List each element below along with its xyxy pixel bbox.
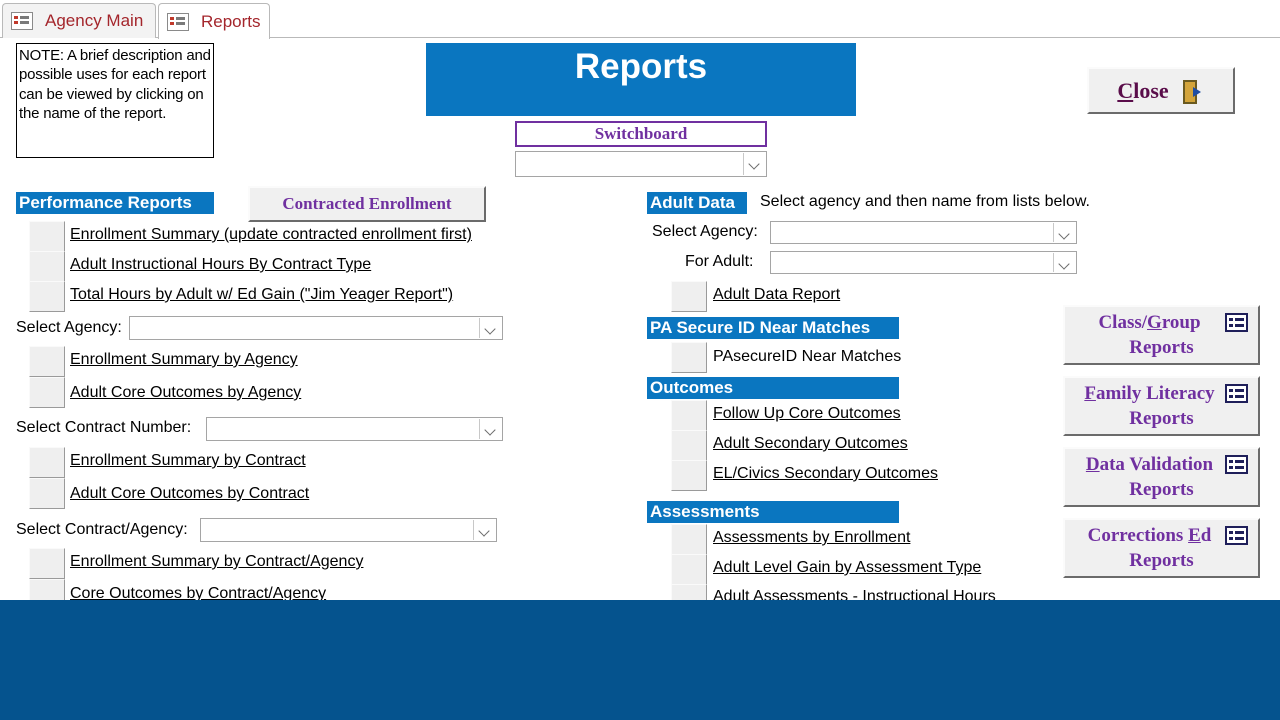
exit-door-icon <box>1181 79 1205 104</box>
chevron-down-icon[interactable] <box>479 318 501 338</box>
form-icon <box>1225 455 1248 474</box>
report-run-button[interactable] <box>671 460 707 491</box>
report-run-button[interactable] <box>671 524 707 555</box>
for-adult-combo[interactable] <box>770 251 1077 274</box>
class-group-reports-button[interactable]: Class/Group Reports <box>1063 305 1260 365</box>
family-literacy-reports-button[interactable]: Family Literacy Reports <box>1063 376 1260 436</box>
tab-label: Agency Main <box>45 11 144 30</box>
button-line-2: Reports <box>1129 550 1194 571</box>
report-run-button[interactable] <box>29 447 65 478</box>
report-run-button[interactable] <box>671 430 707 461</box>
report-link-adult-data[interactable]: Adult Data Report <box>713 285 840 305</box>
adult-data-label: Adult Data <box>647 192 747 214</box>
report-run-button[interactable] <box>671 281 707 312</box>
report-run-button[interactable] <box>29 346 65 377</box>
chevron-down-icon[interactable] <box>479 419 501 439</box>
report-link-enrollment-by-agency[interactable]: Enrollment Summary by Agency <box>70 350 298 370</box>
document-tab-bar: Agency Main Reports <box>0 0 1280 39</box>
report-link-enrollment-summary[interactable]: Enrollment Summary (update contracted en… <box>70 225 472 245</box>
report-link-follow-up[interactable]: Follow Up Core Outcomes <box>713 404 901 424</box>
outcomes-label: Outcomes <box>647 377 899 399</box>
report-run-button[interactable] <box>29 377 65 408</box>
report-link-el-civics[interactable]: EL/Civics Secondary Outcomes <box>713 464 938 484</box>
form-icon <box>167 12 189 31</box>
tab-agency-main[interactable]: Agency Main <box>2 3 156 38</box>
select-agency-label: Select Agency: <box>16 319 122 336</box>
form-icon <box>1225 384 1248 403</box>
report-link-enrollment-by-contract-agency[interactable]: Enrollment Summary by Contract/Agency <box>70 552 363 572</box>
report-run-button[interactable] <box>671 342 707 373</box>
page-title: Reports <box>426 43 856 116</box>
chevron-down-icon[interactable] <box>1053 253 1075 272</box>
chevron-down-icon[interactable] <box>1053 223 1075 242</box>
performance-reports-label: Performance Reports <box>16 192 214 214</box>
chevron-down-icon[interactable] <box>743 153 765 175</box>
corrections-ed-reports-button[interactable]: Corrections Ed Reports <box>1063 518 1260 578</box>
assessments-label: Assessments <box>647 501 899 523</box>
chevron-down-icon[interactable] <box>473 520 495 540</box>
form-icon <box>11 12 33 30</box>
select-contract-agency-combo[interactable] <box>200 518 497 542</box>
adult-select-agency-label: Select Agency: <box>652 223 758 240</box>
report-link-assessments-by-enrollment[interactable]: Assessments by Enrollment <box>713 528 910 548</box>
form-icon <box>1225 313 1248 332</box>
report-link-level-gain[interactable]: Adult Level Gain by Assessment Type <box>713 558 981 578</box>
report-link-secondary-outcomes[interactable]: Adult Secondary Outcomes <box>713 434 908 454</box>
data-validation-reports-button[interactable]: Data Validation Reports <box>1063 447 1260 507</box>
button-line-2: Reports <box>1129 337 1194 358</box>
button-line-2: Reports <box>1129 408 1194 429</box>
footer-band <box>0 600 1280 720</box>
report-run-button[interactable] <box>29 478 65 509</box>
report-run-button[interactable] <box>671 400 707 431</box>
report-run-button[interactable] <box>29 251 65 282</box>
report-run-button[interactable] <box>29 221 65 252</box>
contracted-enrollment-button[interactable]: Contracted Enrollment <box>248 186 486 222</box>
report-run-button[interactable] <box>671 554 707 585</box>
report-run-button[interactable] <box>29 548 65 579</box>
note-box: NOTE: A brief description and possible u… <box>16 43 214 158</box>
for-adult-label: For Adult: <box>685 253 754 270</box>
close-label: Close <box>1117 77 1169 103</box>
select-contract-label: Select Contract Number: <box>16 419 192 436</box>
switchboard-label: Switchboard <box>515 121 767 147</box>
select-contract-combo[interactable] <box>206 417 503 441</box>
switchboard-combo[interactable] <box>515 151 767 177</box>
report-run-button[interactable] <box>29 281 65 312</box>
select-contract-agency-label: Select Contract/Agency: <box>16 521 188 538</box>
adult-select-agency-combo[interactable] <box>770 221 1077 244</box>
select-agency-combo[interactable] <box>129 316 503 340</box>
report-link-instructional-hours[interactable]: Adult Instructional Hours By Contract Ty… <box>70 255 371 275</box>
tab-label: Reports <box>201 11 261 31</box>
report-link-total-hours[interactable]: Total Hours by Adult w/ Ed Gain ("Jim Ye… <box>70 285 453 305</box>
adult-data-instructions: Select agency and then name from lists b… <box>760 193 1090 210</box>
button-line-2: Reports <box>1129 479 1194 500</box>
form-icon <box>1225 526 1248 545</box>
close-button[interactable]: Close <box>1087 67 1235 114</box>
report-link-outcomes-by-agency[interactable]: Adult Core Outcomes by Agency <box>70 383 301 403</box>
pa-secure-label: PA Secure ID Near Matches <box>647 317 899 339</box>
report-link-pasecureid[interactable]: PAsecureID Near Matches <box>713 347 901 367</box>
tab-reports[interactable]: Reports <box>158 3 270 39</box>
report-link-enrollment-by-contract[interactable]: Enrollment Summary by Contract <box>70 451 306 471</box>
report-link-outcomes-by-contract[interactable]: Adult Core Outcomes by Contract <box>70 484 309 504</box>
